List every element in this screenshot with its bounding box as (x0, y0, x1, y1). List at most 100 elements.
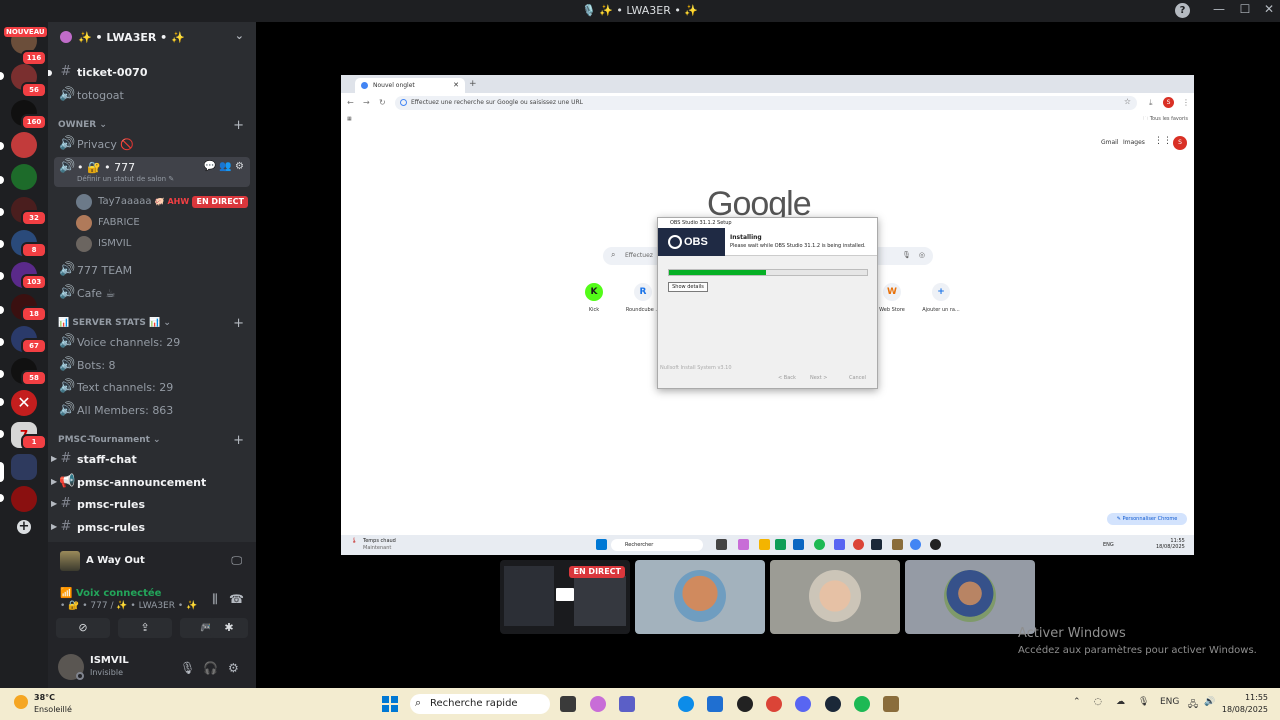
channel-pmsc-announcement[interactable]: ▶ 📢 pmsc-announcement (51, 472, 250, 493)
participant-tile[interactable] (905, 560, 1035, 634)
gear-icon[interactable]: ⚙ (228, 661, 239, 675)
minimize-button[interactable]: — (1208, 2, 1230, 16)
channel-cafe[interactable]: 🔊 Cafe ☕ (54, 283, 250, 304)
voice-connected-label[interactable]: 📶 Voix connectée (60, 588, 161, 599)
cloud-icon[interactable]: ☁ (1116, 697, 1125, 707)
camera-off-button[interactable]: ⊘ (56, 618, 110, 638)
copilot-icon[interactable] (590, 696, 606, 712)
obs-icon[interactable] (737, 696, 753, 712)
channel-voice-777[interactable]: 🔊 • 🔐 • 777 Définir un statut de salon ✎… (54, 157, 250, 187)
channel-stat-members[interactable]: 🔊 All Members: 863 (54, 400, 250, 421)
taskview-icon[interactable] (560, 696, 576, 712)
edge-icon[interactable] (678, 696, 694, 712)
back-button[interactable]: < Back (778, 375, 796, 381)
gmail-link[interactable]: Gmail (1101, 139, 1119, 146)
mic-icon[interactable]: 🎙 (902, 251, 911, 259)
username[interactable]: ISMVIL (90, 655, 129, 666)
participant-tile[interactable] (635, 560, 765, 634)
all-bookmarks[interactable]: 🗀 Tous les favoris (1143, 116, 1188, 124)
add-channel-icon[interactable]: + (233, 433, 244, 448)
server-header[interactable]: ✨ • LWA3ER • ✨ ⌄ (48, 22, 256, 52)
taskbar-app-icon[interactable] (759, 539, 770, 550)
spotify-icon[interactable] (854, 696, 870, 712)
server-icon[interactable] (11, 486, 37, 512)
taskbar-app-icon[interactable] (910, 539, 921, 550)
channel-totogoat[interactable]: 🔊 totogoat (54, 85, 250, 106)
channel-pmsc-rules[interactable]: ▶ # pmsc-rules (51, 517, 250, 538)
channel-ticket[interactable]: # ticket-0070 (48, 62, 250, 83)
taskbar-app-icon[interactable] (853, 539, 864, 550)
reload-icon[interactable]: ↻ (379, 98, 386, 107)
taskbar-clock[interactable]: 11:55 18/08/2025 (1222, 692, 1268, 716)
close-tab-icon[interactable]: ✕ (453, 81, 459, 89)
new-tab-icon[interactable]: + (469, 79, 477, 89)
customize-chrome-button[interactable]: ✎ Personnaliser Chrome (1107, 513, 1187, 525)
apps-icon[interactable]: ▦ (347, 116, 352, 122)
server-icon-active[interactable] (11, 454, 37, 480)
voice-controls[interactable]: ⫼ ☎ (212, 592, 244, 607)
browser-tab[interactable]: Nouvel onglet ✕ (355, 78, 465, 93)
google-apps-icon[interactable]: ⋮⋮ (1154, 136, 1172, 146)
taskbar-search[interactable]: ⌕ Recherche rapide (410, 694, 550, 714)
add-channel-icon[interactable]: + (233, 316, 244, 331)
voice-user[interactable]: ISMVIL (76, 234, 248, 254)
language-indicator[interactable]: ENG (1160, 697, 1179, 707)
taskbar-app-icon[interactable] (892, 539, 903, 550)
profile-avatar[interactable]: S (1163, 97, 1174, 108)
mic-icon[interactable]: 🎙 (1138, 697, 1149, 707)
category-server-stats[interactable]: 📊 SERVER STATS 📊 ⌄ + (58, 316, 248, 332)
taskbar-app-icon[interactable] (871, 539, 882, 550)
chrome-icon[interactable] (766, 696, 782, 712)
voice-user[interactable]: Tay7aaaaa 🐖 AHW EN DIRECT (76, 192, 248, 212)
network-icon[interactable]: 🖧 (1188, 697, 1198, 713)
add-server-icon[interactable]: + (17, 520, 31, 534)
channel-stat-bots[interactable]: 🔊 Bots: 8 (54, 355, 250, 376)
microphone-icon[interactable]: 🎙 (180, 661, 195, 675)
stream-view[interactable]: Nouvel onglet ✕ + ← → ↻ Effectuez une re… (341, 75, 1194, 555)
teams-icon[interactable] (619, 696, 635, 712)
activity-row[interactable]: A Way Out 🖵 (48, 542, 256, 580)
windows-start-icon[interactable] (382, 696, 398, 712)
sun-icon[interactable] (14, 695, 28, 709)
weather-condition[interactable]: Ensoleillé (34, 705, 72, 714)
server-icon[interactable] (11, 164, 37, 190)
taskbar-app-icon[interactable] (775, 539, 786, 550)
channel-stat-voice[interactable]: 🔊 Voice channels: 29 (54, 332, 250, 353)
images-link[interactable]: Images (1123, 139, 1145, 146)
lens-icon[interactable]: ◎ (919, 251, 925, 259)
add-channel-icon[interactable]: + (233, 118, 244, 133)
discord-icon[interactable] (795, 696, 811, 712)
channel-pmsc-rules[interactable]: ▶ # pmsc-rules (51, 494, 250, 515)
close-button[interactable]: ✕ (1258, 2, 1280, 16)
star-icon[interactable]: ☆ (1124, 97, 1131, 106)
shortcut-kick[interactable]: K Kick (569, 283, 619, 313)
game-activity-icon[interactable]: 🖵 (231, 554, 242, 568)
channel-staff-chat[interactable]: ▶ # staff-chat (51, 449, 250, 470)
taskbar-app-icon[interactable] (834, 539, 845, 550)
headphones-icon[interactable]: 🎧 (203, 661, 218, 675)
download-icon[interactable]: ⤓ (1149, 98, 1153, 108)
volume-icon[interactable]: 🔊 (1204, 697, 1215, 707)
steam-icon[interactable] (825, 696, 841, 712)
forward-icon[interactable]: → (363, 98, 370, 107)
category-owner[interactable]: OWNER ⌄ + (58, 118, 248, 134)
game-icon[interactable] (883, 696, 899, 712)
chevron-up-icon[interactable]: ⌃ (1073, 697, 1081, 707)
soundboard-button[interactable]: ✱ (210, 618, 248, 638)
show-details-button[interactable]: Show details (668, 282, 708, 292)
shortcut-add[interactable]: + Ajouter un ra... (916, 283, 966, 313)
taskbar-app-icon[interactable] (814, 539, 825, 550)
channel-status[interactable]: Définir un statut de salon ✎ (77, 175, 174, 183)
server-icon[interactable] (11, 132, 37, 158)
taskbar-app-icon[interactable] (793, 539, 804, 550)
profile-avatar[interactable]: S (1173, 136, 1187, 150)
tray-icon[interactable]: ◌ (1094, 697, 1102, 707)
help-icon[interactable]: ? (1175, 3, 1190, 18)
noise-suppression-icon[interactable]: ⫼ (212, 592, 218, 606)
taskbar-app-icon[interactable] (930, 539, 941, 550)
channel-777-team[interactable]: 🔊 777 TEAM (54, 260, 250, 281)
menu-icon[interactable]: ⋮ (1182, 98, 1190, 107)
obs-installer-window[interactable]: OBS Studio 31.1.2 Setup OBS Installing P… (657, 217, 878, 389)
maximize-button[interactable]: ☐ (1234, 2, 1256, 16)
close-x-server-icon[interactable]: ✕ (11, 390, 37, 416)
